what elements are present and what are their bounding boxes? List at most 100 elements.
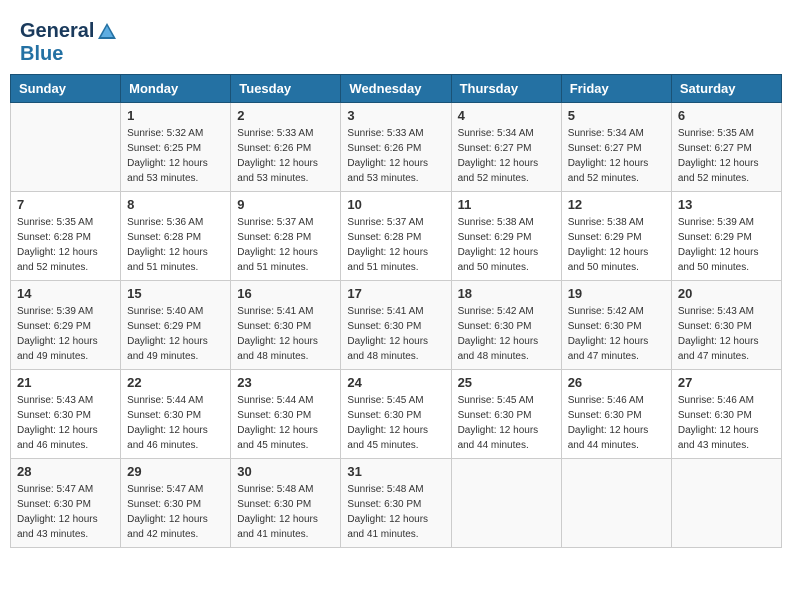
day-number: 15 [127, 286, 224, 301]
weekday-header-saturday: Saturday [671, 74, 781, 102]
day-number: 2 [237, 108, 334, 123]
day-number: 29 [127, 464, 224, 479]
day-info: Sunrise: 5:35 AMSunset: 6:28 PMDaylight:… [17, 215, 114, 275]
logo-blue: Blue [20, 43, 118, 65]
day-number: 1 [127, 108, 224, 123]
day-cell: 18 Sunrise: 5:42 AMSunset: 6:30 PMDayligh… [451, 280, 561, 369]
day-cell: 28 Sunrise: 5:47 AMSunset: 6:30 PMDayligh… [11, 458, 121, 547]
day-cell: 1 Sunrise: 5:32 AMSunset: 6:25 PMDaylight… [121, 102, 231, 191]
week-row-2: 7Sunrise: 5:35 AMSunset: 6:28 PMDaylight… [11, 191, 782, 280]
day-cell [671, 458, 781, 547]
day-info: Sunrise: 5:32 AMSunset: 6:25 PMDaylight:… [127, 126, 224, 186]
day-cell: 26Sunrise: 5:46 AMSunset: 6:30 PMDayligh… [561, 369, 671, 458]
day-cell: 10 Sunrise: 5:37 AMSunset: 6:28 PMDayligh… [341, 191, 451, 280]
day-number: 11 [458, 197, 555, 212]
day-cell [451, 458, 561, 547]
day-cell: 22Sunrise: 5:44 AMSunset: 6:30 PMDayligh… [121, 369, 231, 458]
day-number: 23 [237, 375, 334, 390]
day-number: 25 [458, 375, 555, 390]
day-cell: 19Sunrise: 5:42 AMSunset: 6:30 PMDayligh… [561, 280, 671, 369]
day-info: Sunrise: 5:33 AMSunset: 6:26 PMDaylight:… [347, 126, 444, 186]
day-info: Sunrise: 5:47 AMSunset: 6:30 PMDaylight:… [127, 482, 224, 542]
day-number: 8 [127, 197, 224, 212]
week-row-4: 21 Sunrise: 5:43 AMSunset: 6:30 PMDayligh… [11, 369, 782, 458]
day-info: Sunrise: 5:48 AMSunset: 6:30 PMDaylight:… [237, 482, 334, 542]
day-info: Sunrise: 5:33 AMSunset: 6:26 PMDaylight:… [237, 126, 334, 186]
day-cell: 24 Sunrise: 5:45 AMSunset: 6:30 PMDayligh… [341, 369, 451, 458]
day-cell: 3 Sunrise: 5:33 AMSunset: 6:26 PMDaylight… [341, 102, 451, 191]
logo-text: General Blue [20, 20, 118, 65]
day-info: Sunrise: 5:34 AMSunset: 6:27 PMDaylight:… [458, 126, 555, 186]
day-info: Sunrise: 5:47 AMSunset: 6:30 PMDaylight:… [17, 482, 114, 542]
day-number: 20 [678, 286, 775, 301]
day-info: Sunrise: 5:43 AMSunset: 6:30 PMDaylight:… [17, 393, 114, 453]
weekday-header-monday: Monday [121, 74, 231, 102]
week-row-5: 28 Sunrise: 5:47 AMSunset: 6:30 PMDayligh… [11, 458, 782, 547]
week-row-1: 1 Sunrise: 5:32 AMSunset: 6:25 PMDaylight… [11, 102, 782, 191]
day-cell: 17 Sunrise: 5:41 AMSunset: 6:30 PMDayligh… [341, 280, 451, 369]
day-info: Sunrise: 5:42 AMSunset: 6:30 PMDaylight:… [458, 304, 555, 364]
day-info: Sunrise: 5:34 AMSunset: 6:27 PMDaylight:… [568, 126, 665, 186]
day-info: Sunrise: 5:41 AMSunset: 6:30 PMDaylight:… [347, 304, 444, 364]
day-info: Sunrise: 5:39 AMSunset: 6:29 PMDaylight:… [17, 304, 114, 364]
day-number: 5 [568, 108, 665, 123]
day-info: Sunrise: 5:46 AMSunset: 6:30 PMDaylight:… [678, 393, 775, 453]
calendar-table: SundayMondayTuesdayWednesdayThursdayFrid… [10, 74, 782, 548]
day-number: 27 [678, 375, 775, 390]
day-cell: 2 Sunrise: 5:33 AMSunset: 6:26 PMDaylight… [231, 102, 341, 191]
day-info: Sunrise: 5:45 AMSunset: 6:30 PMDaylight:… [458, 393, 555, 453]
day-info: Sunrise: 5:40 AMSunset: 6:29 PMDaylight:… [127, 304, 224, 364]
header: General Blue [10, 10, 782, 70]
day-info: Sunrise: 5:46 AMSunset: 6:30 PMDaylight:… [568, 393, 665, 453]
day-cell: 31Sunrise: 5:48 AMSunset: 6:30 PMDayligh… [341, 458, 451, 547]
day-info: Sunrise: 5:43 AMSunset: 6:30 PMDaylight:… [678, 304, 775, 364]
day-number: 16 [237, 286, 334, 301]
day-info: Sunrise: 5:41 AMSunset: 6:30 PMDaylight:… [237, 304, 334, 364]
day-number: 3 [347, 108, 444, 123]
day-number: 10 [347, 197, 444, 212]
day-cell: 11Sunrise: 5:38 AMSunset: 6:29 PMDayligh… [451, 191, 561, 280]
day-info: Sunrise: 5:45 AMSunset: 6:30 PMDaylight:… [347, 393, 444, 453]
day-number: 18 [458, 286, 555, 301]
day-cell: 30 Sunrise: 5:48 AMSunset: 6:30 PMDayligh… [231, 458, 341, 547]
logo: General Blue [20, 20, 118, 65]
day-info: Sunrise: 5:35 AMSunset: 6:27 PMDaylight:… [678, 126, 775, 186]
day-info: Sunrise: 5:37 AMSunset: 6:28 PMDaylight:… [237, 215, 334, 275]
day-number: 30 [237, 464, 334, 479]
weekday-header-tuesday: Tuesday [231, 74, 341, 102]
day-number: 24 [347, 375, 444, 390]
day-cell: 23 Sunrise: 5:44 AMSunset: 6:30 PMDayligh… [231, 369, 341, 458]
day-cell: 15 Sunrise: 5:40 AMSunset: 6:29 PMDayligh… [121, 280, 231, 369]
day-number: 6 [678, 108, 775, 123]
day-info: Sunrise: 5:39 AMSunset: 6:29 PMDaylight:… [678, 215, 775, 275]
day-number: 28 [17, 464, 114, 479]
day-number: 12 [568, 197, 665, 212]
day-cell: 5 Sunrise: 5:34 AMSunset: 6:27 PMDaylight… [561, 102, 671, 191]
day-cell: 7Sunrise: 5:35 AMSunset: 6:28 PMDaylight… [11, 191, 121, 280]
day-info: Sunrise: 5:44 AMSunset: 6:30 PMDaylight:… [237, 393, 334, 453]
day-cell: 9 Sunrise: 5:37 AMSunset: 6:28 PMDaylight… [231, 191, 341, 280]
week-row-3: 14 Sunrise: 5:39 AMSunset: 6:29 PMDayligh… [11, 280, 782, 369]
day-number: 21 [17, 375, 114, 390]
day-cell: 4 Sunrise: 5:34 AMSunset: 6:27 PMDaylight… [451, 102, 561, 191]
weekday-header-sunday: Sunday [11, 74, 121, 102]
day-info: Sunrise: 5:36 AMSunset: 6:28 PMDaylight:… [127, 215, 224, 275]
day-number: 31 [347, 464, 444, 479]
day-number: 17 [347, 286, 444, 301]
day-cell [561, 458, 671, 547]
day-number: 4 [458, 108, 555, 123]
day-info: Sunrise: 5:37 AMSunset: 6:28 PMDaylight:… [347, 215, 444, 275]
weekday-header-row: SundayMondayTuesdayWednesdayThursdayFrid… [11, 74, 782, 102]
day-cell: 29 Sunrise: 5:47 AMSunset: 6:30 PMDayligh… [121, 458, 231, 547]
day-number: 19 [568, 286, 665, 301]
day-cell: 6 Sunrise: 5:35 AMSunset: 6:27 PMDaylight… [671, 102, 781, 191]
day-cell: 27 Sunrise: 5:46 AMSunset: 6:30 PMDayligh… [671, 369, 781, 458]
weekday-header-wednesday: Wednesday [341, 74, 451, 102]
day-cell [11, 102, 121, 191]
day-cell: 12Sunrise: 5:38 AMSunset: 6:29 PMDayligh… [561, 191, 671, 280]
day-cell: 8 Sunrise: 5:36 AMSunset: 6:28 PMDaylight… [121, 191, 231, 280]
day-number: 9 [237, 197, 334, 212]
day-number: 22 [127, 375, 224, 390]
day-number: 14 [17, 286, 114, 301]
day-cell: 20 Sunrise: 5:43 AMSunset: 6:30 PMDayligh… [671, 280, 781, 369]
